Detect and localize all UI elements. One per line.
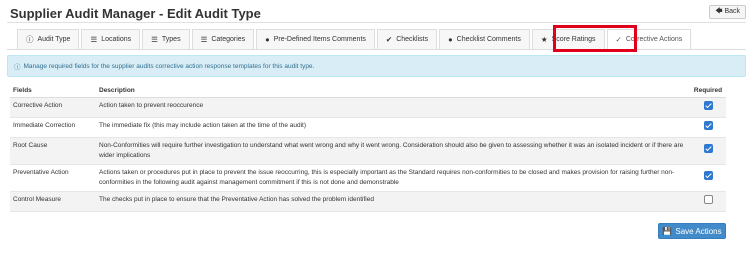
tab-label: Types xyxy=(161,36,181,43)
column-header-description: Description xyxy=(96,84,690,98)
column-header-fields: Fields xyxy=(10,84,96,98)
required-checkbox[interactable] xyxy=(703,120,713,130)
check-circle-icon: ✔ xyxy=(385,35,393,44)
tab-label: Pre-Defined Items Comments xyxy=(273,36,366,43)
star-icon: ★ xyxy=(540,35,548,44)
required-checkbox[interactable] xyxy=(703,194,713,204)
table-row: Preventative Action Actions taken or pro… xyxy=(10,164,726,192)
tab-checklist-comments[interactable]: ● Checklist Comments xyxy=(439,29,530,49)
arrow-left-icon: 🡄 xyxy=(715,8,723,15)
info-circle-icon: ⓘ xyxy=(26,35,34,44)
list-icon: ☰ xyxy=(151,35,158,44)
table-row: Corrective Action Action taken to preven… xyxy=(10,97,726,118)
list-icon: ☰ xyxy=(90,35,98,44)
comments-icon: ● xyxy=(448,35,453,44)
save-actions-button[interactable]: 💾 Save Actions xyxy=(658,223,726,239)
info-circle-icon: ⓘ xyxy=(14,64,21,71)
tab-label: Audit Type xyxy=(37,36,71,43)
back-button-label: Back xyxy=(724,8,740,15)
tab-label: Checklist Comments xyxy=(456,36,521,43)
field-description: The checks put in place to ensure that t… xyxy=(96,191,690,212)
save-icon: 💾 xyxy=(662,226,673,236)
info-alert: ⓘ Manage required fields for the supplie… xyxy=(7,55,746,77)
tab-categories[interactable]: ☰ Categories xyxy=(191,29,255,49)
fields-table: Fields Description Required Corrective A… xyxy=(10,84,726,212)
back-button[interactable]: 🡄 Back xyxy=(709,5,746,19)
save-button-label: Save Actions xyxy=(675,226,722,236)
tab-types[interactable]: ☰ Types xyxy=(142,29,190,49)
field-name: Control Measure xyxy=(10,191,96,212)
tab-label: Categories xyxy=(211,36,246,43)
title-divider xyxy=(7,22,746,23)
tab-checklists[interactable]: ✔ Checklists xyxy=(376,29,438,49)
list-icon: ☰ xyxy=(200,35,208,44)
field-description: Actions taken or procedures put in place… xyxy=(96,164,690,192)
field-description: The immediate fix (this may include acti… xyxy=(96,117,690,138)
field-name: Preventative Action xyxy=(10,164,96,192)
field-name: Corrective Action xyxy=(10,97,96,118)
required-checkbox[interactable] xyxy=(703,144,713,153)
tab-label: Checklists xyxy=(396,36,429,43)
comments-icon: ● xyxy=(265,35,270,44)
required-checkbox[interactable] xyxy=(703,100,713,110)
field-name: Root Cause xyxy=(10,137,96,165)
table-row: Root Cause Non-Conformities will require… xyxy=(10,137,726,165)
tab-locations[interactable]: ☰ Locations xyxy=(81,29,141,49)
table-row: Control Measure The checks put in place … xyxy=(10,191,726,212)
tab-pre-defined-items-comments[interactable]: ● Pre-Defined Items Comments xyxy=(256,29,375,49)
field-name: Immediate Correction xyxy=(10,117,96,138)
highlight-box xyxy=(553,25,637,52)
field-description: Non-Conformities will require further in… xyxy=(96,137,690,165)
field-description: Action taken to prevent reoccurence xyxy=(96,97,690,118)
table-row: Immediate Correction The immediate fix (… xyxy=(10,117,726,138)
page-title: Supplier Audit Manager - Edit Audit Type xyxy=(10,6,261,21)
tab-label: Locations xyxy=(101,36,132,43)
table-header-row: Fields Description Required xyxy=(10,84,726,98)
column-header-required: Required xyxy=(690,84,726,98)
alert-text: Manage required fields for the supplier … xyxy=(23,62,315,70)
required-checkbox[interactable] xyxy=(703,171,713,180)
tab-audit-type[interactable]: ⓘ Audit Type xyxy=(17,29,80,49)
